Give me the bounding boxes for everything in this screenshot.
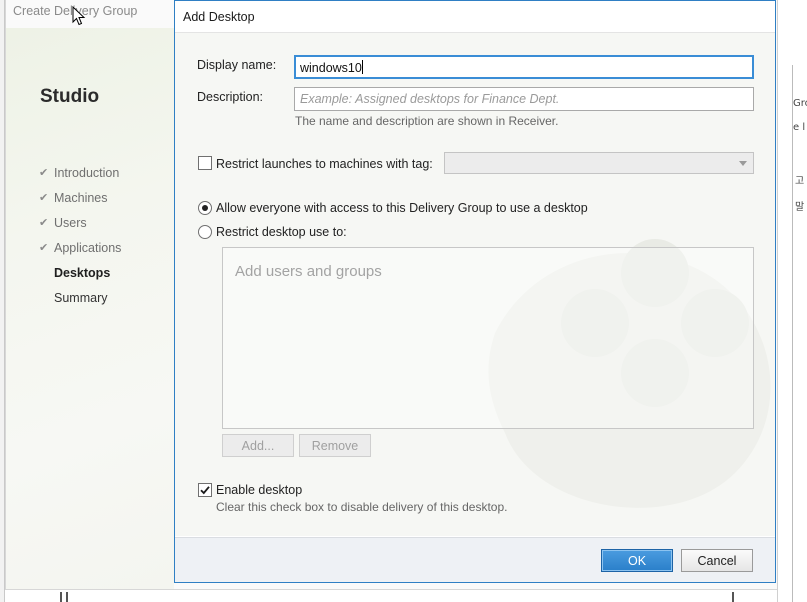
wizard-steps: ✔ Introduction ✔ Machines ✔ Users ✔ Appl… [39, 160, 121, 310]
display-name-label: Display name: [197, 58, 277, 72]
chevron-down-icon [739, 161, 747, 166]
display-name-input[interactable]: windows10 [294, 55, 754, 79]
allow-everyone-radio[interactable] [198, 201, 212, 215]
enable-desktop-checkbox[interactable] [198, 483, 212, 497]
background-window-right-panel [792, 65, 807, 602]
step-machines[interactable]: ✔ Machines [39, 185, 121, 210]
restrict-tag-checkbox[interactable] [198, 156, 212, 170]
step-label: Desktops [54, 265, 111, 280]
users-groups-placeholder: Add users and groups [235, 263, 382, 280]
step-label: Users [54, 215, 87, 230]
tag-select[interactable] [444, 152, 754, 174]
step-label: Applications [54, 240, 122, 255]
step-summary: Summary [39, 285, 121, 310]
step-introduction[interactable]: ✔ Introduction [39, 160, 121, 185]
ok-button[interactable]: OK [601, 549, 673, 572]
name-description-hint: The name and description are shown in Re… [295, 114, 559, 128]
check-icon: ✔ [39, 192, 49, 204]
add-desktop-dialog: Add Desktop Display name: windows10 Desc… [174, 0, 776, 583]
check-icon: ✔ [39, 217, 49, 229]
description-label: Description: [197, 90, 263, 104]
check-icon: ✔ [39, 167, 49, 179]
remove-users-button[interactable]: Remove [299, 434, 371, 457]
description-input[interactable]: Example: Assigned desktops for Finance D… [294, 87, 754, 111]
cancel-button[interactable]: Cancel [681, 549, 753, 572]
restrict-desktop-radio[interactable] [198, 225, 212, 239]
allow-everyone-label: Allow everyone with access to this Deliv… [216, 201, 588, 215]
enable-desktop-hint: Clear this check box to disable delivery… [216, 500, 508, 514]
display-name-value: windows10 [300, 61, 362, 75]
background-text-4: 말 [795, 202, 805, 213]
dialog-body: Display name: windows10 Description: Exa… [175, 32, 775, 536]
checkmark-icon [200, 486, 210, 495]
step-desktops: Desktops [39, 260, 121, 285]
background-text-2: e l [793, 122, 806, 133]
dialog-title: Add Desktop [183, 10, 255, 24]
add-users-button[interactable]: Add... [222, 434, 294, 457]
users-groups-list[interactable]: Add users and groups [222, 247, 754, 429]
step-label: Summary [54, 290, 108, 305]
step-users[interactable]: ✔ Users [39, 210, 121, 235]
enable-desktop-label: Enable desktop [216, 483, 303, 497]
check-icon: ✔ [39, 242, 49, 254]
background-text-1: Gro [793, 98, 807, 109]
studio-title: Studio [40, 86, 100, 107]
restrict-tag-label: Restrict launches to machines with tag: [216, 157, 433, 171]
step-applications[interactable]: ✔ Applications [39, 235, 121, 260]
mouse-cursor-icon [72, 6, 86, 26]
dialog-footer: OK Cancel [175, 537, 775, 582]
restrict-desktop-label: Restrict desktop use to: [216, 225, 347, 239]
step-label: Introduction [54, 165, 120, 180]
background-bottom-ticks [60, 592, 740, 602]
background-text-3: 고 [795, 176, 805, 187]
step-label: Machines [54, 190, 108, 205]
text-caret [361, 60, 363, 74]
